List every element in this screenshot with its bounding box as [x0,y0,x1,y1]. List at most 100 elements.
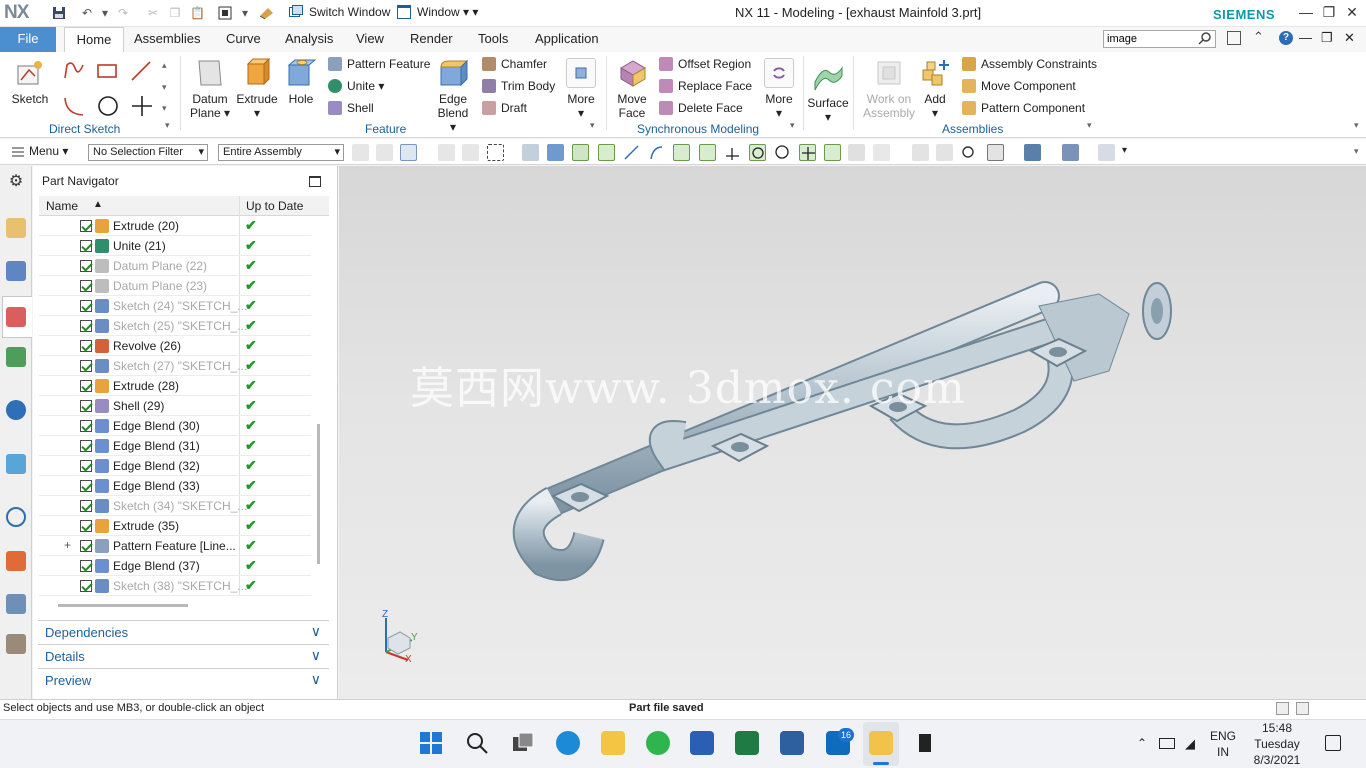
row-checkbox[interactable] [80,400,92,412]
navigator-row[interactable]: Sketch (24) "SKETCH_... ✔ [39,296,311,316]
curve-snap-icon[interactable] [648,144,665,161]
upper-level-icon[interactable] [438,144,455,161]
graphics-window[interactable] [339,166,1366,700]
rectangle-select-icon[interactable] [487,144,504,161]
arc-center-icon[interactable] [724,144,741,161]
navigator-vertical-scrollbar[interactable] [317,424,320,564]
move-face-button[interactable]: Move Face [612,58,652,120]
row-checkbox[interactable] [80,320,92,332]
feature-more-button[interactable]: More ▾ [562,58,600,120]
navigator-row[interactable]: Edge Blend (37) ✔ [39,556,311,576]
full-screen-icon[interactable] [1276,702,1289,715]
ribbon-collapse-icon[interactable]: ⌃ [1253,29,1264,45]
cut-icon[interactable]: ✂ [146,6,160,20]
tab-assemblies[interactable]: Assemblies [126,27,208,52]
navigator-row[interactable]: Extrude (20) ✔ [39,216,311,236]
delete-face-button[interactable]: Delete Face [659,99,743,117]
navigator-row[interactable]: Extrude (28) ✔ [39,376,311,396]
paste-icon[interactable]: 📋 [190,6,205,20]
tab-view[interactable]: View [348,27,392,52]
chevron-up-icon[interactable]: ⌃ [1137,736,1147,750]
navigator-row[interactable]: Shell (29) ✔ [39,396,311,416]
row-checkbox[interactable] [80,280,92,292]
file-explorer-icon[interactable] [601,731,625,755]
intersection-point-icon[interactable] [699,144,716,161]
add-component-button[interactable]: Add ▾ [920,58,950,120]
message-log-icon[interactable] [1296,702,1309,715]
details-panel[interactable]: Details ∨ [38,644,329,667]
expand-icon[interactable]: + [64,538,71,552]
task-view-icon[interactable] [511,731,535,755]
restore-button[interactable]: ❐ [1320,4,1338,22]
rectangle-icon[interactable] [96,62,118,80]
hole-button[interactable]: Hole [284,58,318,106]
navigator-row[interactable]: Sketch (27) "SKETCH_... ✔ [39,356,311,376]
point-on-curve-icon[interactable] [824,144,841,161]
window-menu[interactable]: Window ▾ ▾ [417,5,478,19]
edge-blend-button[interactable]: Edge Blend ▾ [433,58,473,134]
whatsapp-icon[interactable] [646,731,670,755]
replace-face-button[interactable]: Replace Face [659,77,752,95]
profile-icon[interactable] [62,60,86,82]
extrude-button[interactable]: Extrude ▾ [236,57,278,120]
quick-access-dropdown-icon[interactable]: ▾ [238,6,252,20]
selection-filter-dropdown[interactable]: No Selection Filter ▾ [88,144,208,161]
search-icon[interactable] [1198,31,1212,45]
edit-object-display-icon[interactable] [1062,144,1079,161]
reuse-library-icon[interactable] [6,347,26,367]
end-point-icon[interactable] [598,144,615,161]
tab-application[interactable]: Application [527,27,607,52]
render-style-icon[interactable] [1024,144,1041,161]
photos-icon[interactable] [780,731,804,755]
sync-more-button[interactable]: More ▾ [760,58,798,120]
fit-view-icon[interactable] [912,144,929,161]
row-checkbox[interactable] [80,520,92,532]
row-checkbox[interactable] [80,300,92,312]
tab-render[interactable]: Render [402,27,461,52]
doc-restore-button[interactable]: ❐ [1321,30,1333,46]
edge-browser-icon[interactable] [556,731,580,755]
system-clock[interactable]: 15:48 Tuesday 8/3/2021 [1252,720,1302,768]
draft-button[interactable]: Draft [482,99,527,117]
row-checkbox[interactable] [80,460,92,472]
navigator-horizontal-scrollbar[interactable] [58,604,188,607]
roles-icon[interactable] [6,551,26,571]
lower-level-icon[interactable] [462,144,479,161]
redo-icon[interactable]: ↷ [116,6,130,20]
sketch-button[interactable]: Sketch [10,58,50,106]
row-checkbox[interactable] [80,540,92,552]
type-filter-icon[interactable] [400,144,417,161]
language-indicator[interactable]: ENG IN [1210,728,1236,760]
navigator-row[interactable]: Sketch (34) "SKETCH_... ✔ [39,496,311,516]
navigator-row[interactable]: Edge Blend (33) ✔ [39,476,311,496]
search-icon[interactable] [465,731,489,755]
trim-body-button[interactable]: Trim Body [482,77,555,95]
windows-start-icon[interactable] [419,731,443,755]
system-materials-icon[interactable] [6,594,26,614]
quadrant-point-icon[interactable] [749,144,766,161]
pattern-component-button[interactable]: Pattern Component [962,99,1085,117]
row-checkbox[interactable] [80,440,92,452]
app-icon[interactable] [913,731,937,755]
shell-button[interactable]: Shell [328,99,374,117]
work-on-assembly-button[interactable]: Work on Assembly [862,58,916,120]
unite-button[interactable]: Unite ▾ [328,77,384,95]
circle-icon[interactable] [96,94,120,118]
row-checkbox[interactable] [80,220,92,232]
window-list-icon[interactable] [1227,31,1241,45]
sketch-gallery-up-icon[interactable]: ▴ [162,60,167,71]
tab-file[interactable]: File [0,27,56,52]
filter-icon[interactable] [352,144,369,161]
reset-filter-icon[interactable] [376,144,393,161]
copy-icon[interactable]: ❐ [168,6,182,20]
navigator-row[interactable]: Sketch (38) "SKETCH_... ✔ [39,576,311,596]
datum-plane-button[interactable]: Datum Plane ▾ [188,58,232,120]
menu-button[interactable]: Menu ▾ [29,144,68,158]
point-icon[interactable] [130,94,154,118]
tab-home[interactable]: Home [64,27,124,52]
navigator-row[interactable]: Extrude (35) ✔ [39,516,311,536]
navigator-row[interactable]: Datum Plane (22) ✔ [39,256,311,276]
doc-minimize-button[interactable]: — [1299,30,1312,45]
surface-button[interactable]: Surface ▾ [807,62,849,124]
tab-tools[interactable]: Tools [470,27,516,52]
